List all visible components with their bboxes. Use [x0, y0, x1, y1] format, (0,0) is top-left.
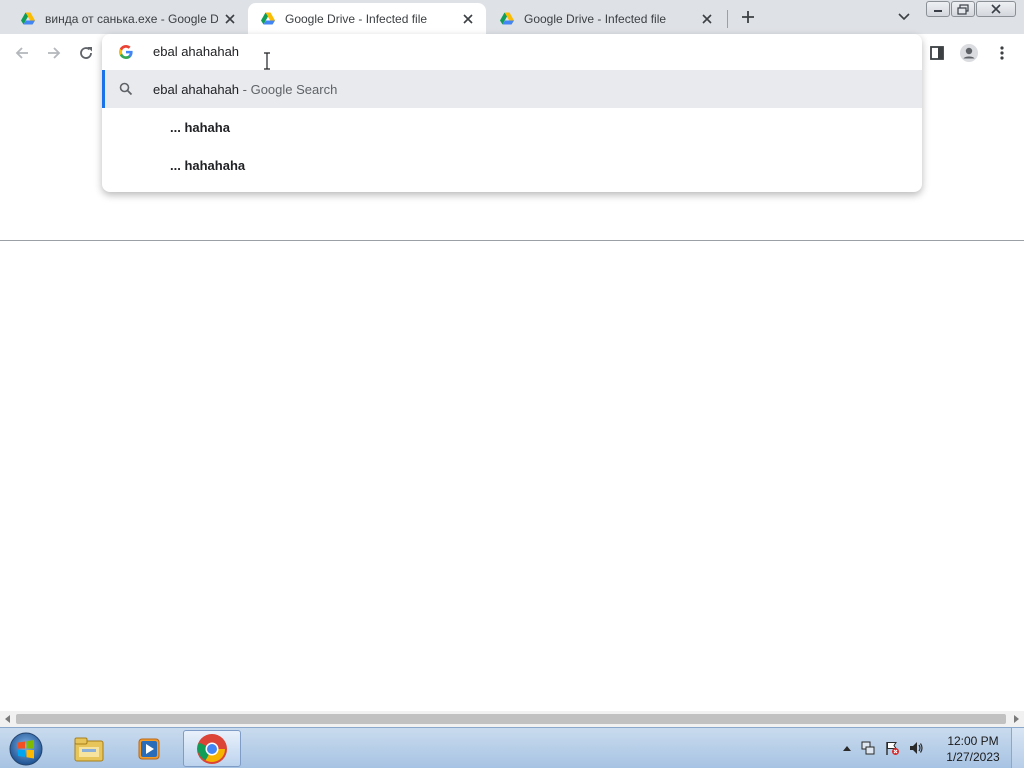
network-icon[interactable]	[860, 740, 876, 756]
omnibox-input[interactable]: ebal ahahahah	[153, 44, 239, 59]
suggestion-text: ... hahaha	[170, 119, 230, 135]
reload-button[interactable]	[75, 42, 97, 64]
clock-time: 12:00 PM	[947, 734, 999, 748]
chevron-down-icon	[898, 13, 910, 21]
menu-button[interactable]	[991, 42, 1013, 64]
minimize-button[interactable]	[926, 1, 950, 17]
page-divider	[0, 240, 1024, 241]
window-controls	[926, 1, 1016, 17]
search-icon	[119, 82, 133, 96]
show-desktop-button[interactable]	[1011, 728, 1024, 768]
clock-date: 1/27/2023	[946, 750, 1000, 764]
suggestion-hahahaha[interactable]: ... hahahaha	[102, 146, 922, 184]
horizontal-scrollbar[interactable]	[0, 711, 1024, 727]
suggestion-source: - Google Search	[239, 81, 338, 97]
tab-infected[interactable]: Google Drive - Infected file	[487, 3, 725, 34]
system-tray	[842, 738, 924, 758]
profile-button[interactable]	[958, 42, 980, 64]
back-button[interactable]	[11, 42, 33, 64]
tab-title: винда от санька.exe - Google Drive	[45, 11, 218, 26]
minimize-icon	[934, 10, 942, 12]
more-vert-icon	[1000, 46, 1004, 60]
tab-separator	[727, 10, 728, 28]
tab-title: Google Drive - Infected file	[285, 11, 428, 26]
action-center-flag-icon[interactable]	[884, 740, 900, 756]
new-tab-button[interactable]	[736, 6, 760, 28]
arrow-left-icon	[15, 47, 28, 59]
close-icon	[991, 4, 1001, 14]
taskbar-chrome[interactable]	[183, 730, 241, 767]
arrow-right-icon	[48, 47, 61, 59]
tab-infected-active[interactable]: Google Drive - Infected file	[248, 3, 486, 34]
scrollbar-thumb[interactable]	[16, 714, 1006, 724]
scroll-left-icon[interactable]	[3, 714, 13, 724]
reload-icon	[80, 47, 92, 59]
forward-button[interactable]	[43, 42, 65, 64]
close-icon[interactable]	[222, 11, 238, 27]
volume-icon[interactable]	[908, 740, 924, 756]
tab-strip: винда от санька.exe - Google Drive Googl…	[0, 0, 1024, 34]
restore-button[interactable]	[951, 1, 975, 17]
google-drive-icon	[261, 12, 275, 24]
suggestion-hahaha[interactable]: ... hahaha	[102, 108, 922, 146]
suggestion-text: ... hahahaha	[170, 157, 246, 173]
close-icon[interactable]	[460, 11, 476, 27]
scroll-right-icon[interactable]	[1011, 714, 1021, 724]
start-button[interactable]	[7, 731, 45, 767]
taskbar-clock[interactable]: 12:00 PM 1/27/2023	[940, 733, 1006, 765]
side-panel-icon	[930, 46, 944, 60]
omnibox-dropdown: ebal ahahahah ebal ahahahah - Google Sea…	[102, 34, 922, 192]
google-g-icon	[119, 45, 133, 59]
windows-explorer-icon	[74, 737, 104, 761]
taskbar-media-player[interactable]	[120, 730, 178, 767]
close-icon[interactable]	[699, 11, 715, 27]
chrome-icon	[197, 733, 227, 764]
tab-vinda[interactable]: винда от санька.exe - Google Drive	[8, 3, 248, 34]
side-panel-button[interactable]	[926, 42, 948, 64]
media-player-icon	[138, 738, 160, 759]
tab-search-button[interactable]	[894, 8, 914, 26]
suggestion-query: ebal ahahahah	[153, 81, 240, 97]
tab-title: Google Drive - Infected file	[524, 11, 667, 26]
text-cursor-icon	[264, 52, 270, 70]
taskbar-explorer[interactable]	[60, 730, 118, 767]
suggestion-text: ebal ahahahah - Google Search	[153, 82, 337, 97]
suggestion-search[interactable]: ebal ahahahah - Google Search	[102, 70, 922, 108]
google-drive-icon	[21, 12, 35, 24]
restore-icon	[957, 3, 969, 15]
close-window-button[interactable]	[976, 1, 1016, 17]
show-hidden-icons-icon[interactable]	[842, 744, 852, 752]
windows-taskbar: 12:00 PM 1/27/2023	[0, 727, 1024, 768]
omnibox-input-row[interactable]: ebal ahahahah	[102, 34, 922, 70]
plus-icon	[742, 11, 754, 23]
google-drive-icon	[500, 12, 514, 24]
windows-logo-icon	[9, 732, 43, 766]
avatar-icon	[960, 44, 978, 62]
